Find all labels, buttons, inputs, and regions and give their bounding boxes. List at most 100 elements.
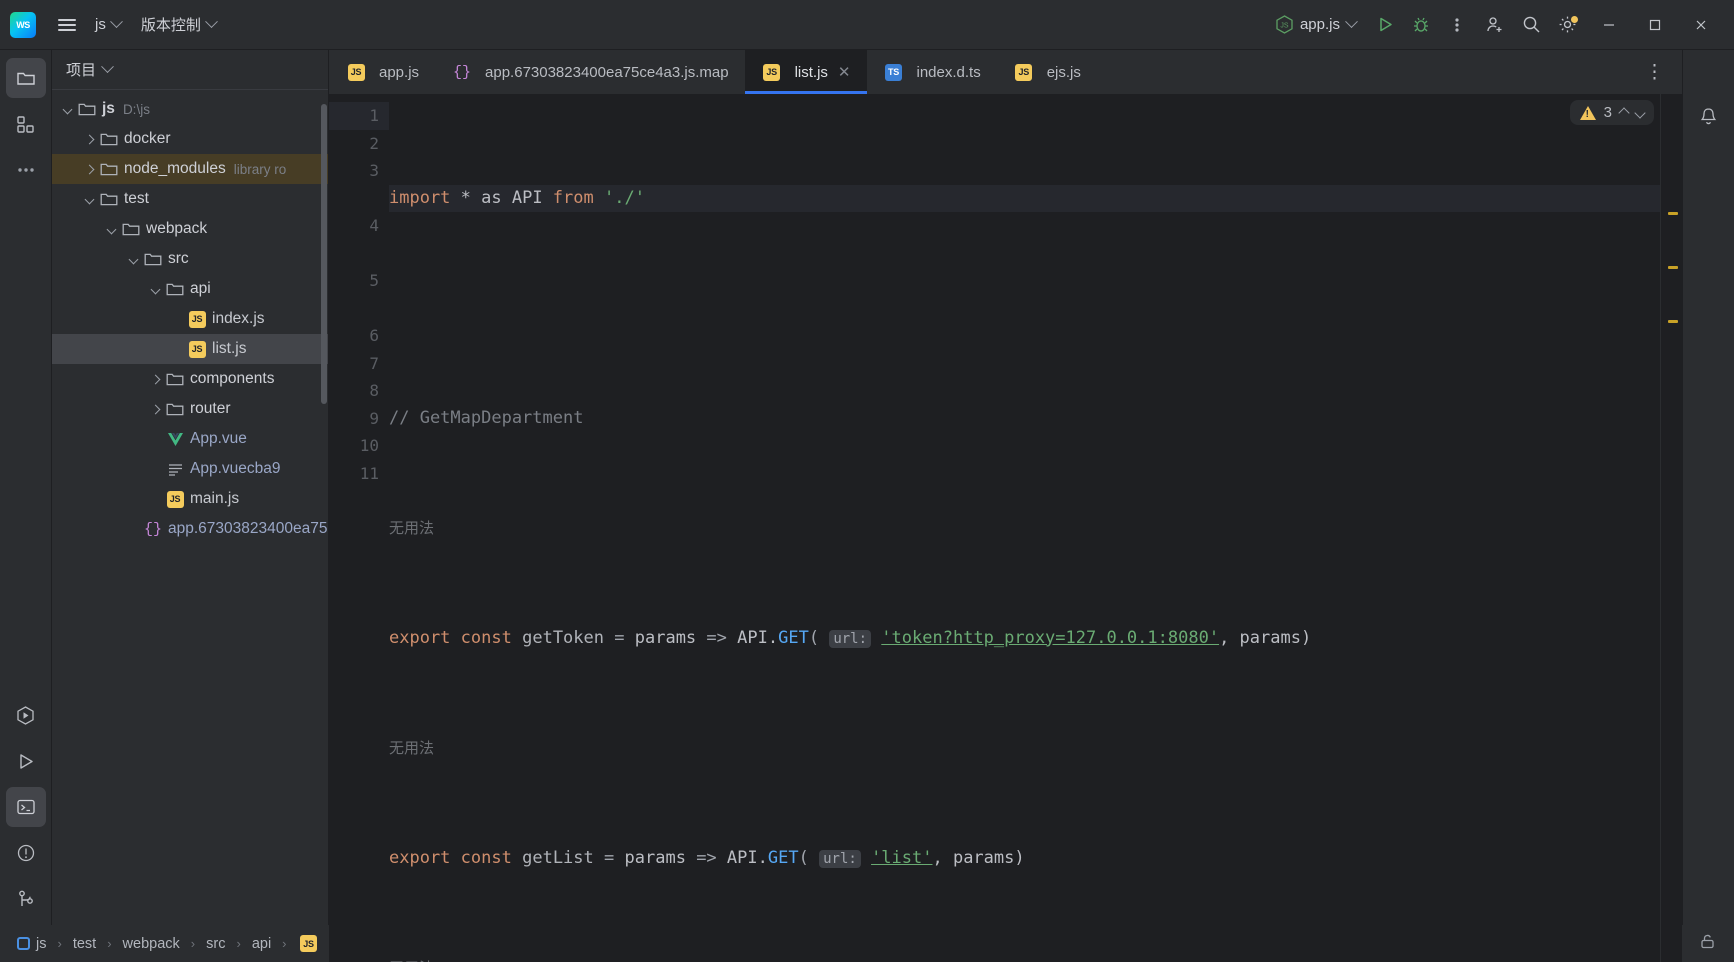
vue-file-icon [164, 432, 186, 447]
tree-row-list-js[interactable]: JS list.js [52, 334, 328, 364]
tree-row-api[interactable]: api [52, 274, 328, 304]
tree-row-docker[interactable]: docker [52, 124, 328, 154]
next-problem-icon[interactable] [1634, 106, 1646, 119]
settings-button[interactable] [1550, 8, 1584, 42]
token-tail: , params) [1219, 627, 1312, 648]
tree-row-node-modules[interactable]: node_modules library ro [52, 154, 328, 184]
notifications-button[interactable] [1689, 96, 1729, 136]
vcs-widget[interactable]: 版本控制 [132, 10, 225, 40]
inspection-marker[interactable] [1668, 266, 1678, 269]
chevron-down-icon[interactable] [146, 284, 164, 294]
close-button[interactable] [1678, 0, 1724, 50]
run-tool-button[interactable] [6, 741, 46, 781]
close-icon[interactable]: ✕ [838, 63, 851, 81]
tree-row-test[interactable]: test [52, 184, 328, 214]
search-everywhere-button[interactable] [1514, 8, 1548, 42]
editor-tab-list-js[interactable]: JS list.js ✕ [744, 50, 867, 94]
project-tree[interactable]: js D:\js docker node_modules library ro test w… [52, 90, 328, 925]
javascript-file-icon: JS [1013, 63, 1035, 81]
inspection-marker[interactable] [1668, 320, 1678, 323]
project-tree-scrollbar[interactable] [321, 104, 327, 404]
code-line-5[interactable]: export const getList = params => API.GET… [389, 845, 1660, 873]
warning-triangle-icon [1579, 105, 1596, 120]
token-paren: ( [808, 627, 820, 648]
terminal-tool-button[interactable] [5, 787, 46, 827]
chevron-down-icon[interactable] [102, 224, 120, 234]
maximize-button[interactable] [1632, 0, 1678, 50]
breadcrumb-label: test [72, 935, 97, 952]
tree-row-suffix: library ro [233, 161, 287, 177]
problems-tool-button[interactable] [6, 833, 46, 873]
code-line-3[interactable]: // GetMapDepartment [389, 405, 1660, 433]
folder-icon [76, 101, 98, 117]
token-keyword: import [389, 187, 451, 208]
version-control-tool-button[interactable] [6, 879, 46, 919]
chevron-down-icon[interactable] [58, 104, 76, 114]
editor-tab-app-js[interactable]: JS app.js [329, 50, 435, 94]
chevron-right-icon[interactable] [80, 134, 98, 144]
token-arrow: => [696, 847, 717, 868]
project-tool-button[interactable] [5, 58, 46, 98]
inspection-gutter[interactable]: 3 [1569, 94, 1682, 962]
debug-button[interactable] [1404, 8, 1438, 42]
previous-problem-icon[interactable] [1618, 106, 1630, 119]
editor-more-options-button[interactable]: ⋮ [1637, 59, 1672, 86]
run-configuration-selector[interactable]: JS app.js [1266, 9, 1366, 41]
token-export: export [389, 847, 451, 868]
editor-tab-actions: ⋮ [1637, 50, 1682, 94]
tree-row-label: App.vuecba9 [190, 460, 281, 477]
tree-row-index-js[interactable]: JS index.js [52, 304, 328, 334]
code-line-2[interactable] [389, 295, 1660, 323]
folder-icon [164, 401, 186, 417]
javascript-file-icon: JS [186, 310, 208, 328]
breadcrumb-item-js[interactable]: js [12, 934, 51, 954]
tree-row-main-js[interactable]: JS main.js [52, 484, 328, 514]
tree-row-js[interactable]: js D:\js [52, 94, 328, 124]
tree-row-label: js [102, 100, 115, 117]
tree-row-webpack[interactable]: webpack [52, 214, 328, 244]
breadcrumb-item-webpack[interactable]: webpack [118, 934, 185, 954]
token-function-name: getList [522, 847, 594, 868]
editor-tab-app-67303823400ea75ce4a3-js-map[interactable]: {} app.67303823400ea75ce4a3.js.map [435, 50, 745, 94]
tree-row-router[interactable]: router [52, 394, 328, 424]
breadcrumb-item-test[interactable]: test [68, 934, 101, 954]
add-account-button[interactable] [1478, 8, 1512, 42]
editor-tab-bar[interactable]: JS app.js {} app.67303823400ea75ce4a3.js.ma… [329, 50, 1682, 94]
code-line-1[interactable]: import * as API from './' [389, 184, 1660, 212]
editor-tab-ejs-js[interactable]: JS ejs.js [997, 50, 1097, 94]
tree-row-src[interactable]: src [52, 244, 328, 274]
breadcrumb-item-src[interactable]: src [201, 934, 230, 954]
chevron-down-icon[interactable] [124, 254, 142, 264]
run-anything-button[interactable] [6, 695, 46, 735]
inspection-marker[interactable] [1668, 212, 1678, 215]
token-string: './' [603, 187, 645, 208]
unlocked-icon[interactable] [1699, 933, 1716, 954]
code-content[interactable]: import * as API from './' // GetMapDepar… [389, 94, 1660, 962]
project-selector[interactable]: js [86, 10, 130, 40]
minimize-button[interactable] [1586, 0, 1632, 50]
chevron-right-icon[interactable] [146, 374, 164, 384]
chevron-right-icon[interactable] [80, 164, 98, 174]
run-button[interactable] [1368, 8, 1402, 42]
structure-tool-button[interactable] [6, 104, 46, 144]
inspection-widget[interactable]: 3 [1569, 100, 1654, 125]
main-menu-button[interactable] [50, 8, 84, 42]
editor-viewport: 1 2 3 4 5 6 7 8 9 10 11 import * as API … [329, 94, 1682, 962]
chevron-right-icon[interactable] [146, 404, 164, 414]
tree-row-components[interactable]: components [52, 364, 328, 394]
tree-row-label: app.67303823400ea75c [168, 520, 328, 537]
project-panel-header[interactable]: 项目 [52, 50, 328, 90]
breadcrumb-item-api[interactable]: api [247, 934, 276, 954]
token-from: from [542, 187, 604, 208]
editor-tab-index-d-ts[interactable]: TS index.d.ts [867, 50, 997, 94]
tree-row-app-67303823400ea75c[interactable]: {} app.67303823400ea75c [52, 514, 328, 544]
chevron-down-icon[interactable] [80, 194, 98, 204]
tree-row-app-vuecba9[interactable]: App.vuecba9 [52, 454, 328, 484]
inlay-hint-usages: 无用法 [389, 518, 435, 537]
tree-row-app-vue[interactable]: App.vue [52, 424, 328, 454]
breadcrumb[interactable]: js›test›webpack›src›api›JSlist.js [12, 933, 367, 954]
line-number-gutter: 1 2 3 4 5 6 7 8 9 10 11 [329, 94, 389, 962]
more-actions-button[interactable] [1440, 8, 1474, 42]
code-line-4[interactable]: export const getToken = params => API.GE… [389, 625, 1660, 653]
more-tool-windows-button[interactable] [6, 150, 46, 190]
